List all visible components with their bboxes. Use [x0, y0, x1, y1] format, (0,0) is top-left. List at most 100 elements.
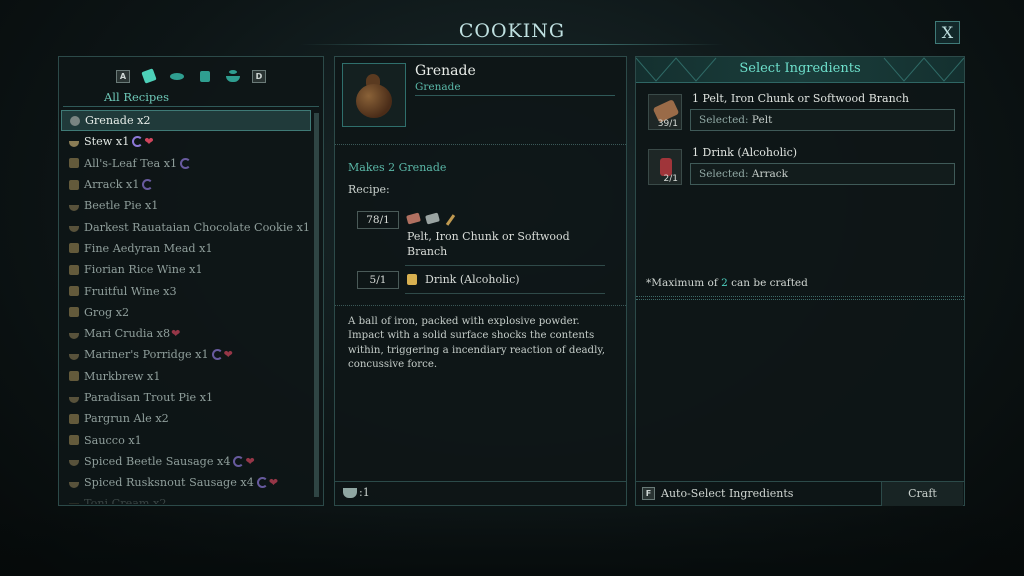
- recipe-row[interactable]: Stew x1 ❤: [61, 131, 311, 152]
- recipe-row[interactable]: Fruitful Wine x3: [61, 280, 311, 301]
- recipe-name: Darkest Rauataian Chocolate Cookie x1: [84, 220, 310, 234]
- recipe-row[interactable]: Spiced Rusksnout Sausage x4 ❤: [61, 472, 311, 493]
- ingredient-divider: [405, 265, 605, 266]
- selected-key: Selected:: [699, 114, 749, 126]
- recipe-row[interactable]: Mari Crudia x8 ❤: [61, 323, 311, 344]
- bowl-icon: [69, 332, 79, 339]
- grenade-icon: [356, 84, 392, 118]
- scrollbar-thumb[interactable]: [314, 113, 319, 497]
- recipe-row[interactable]: Grenade x2: [61, 110, 311, 132]
- craft-button[interactable]: Craft: [881, 482, 963, 506]
- mug-icon: [69, 371, 79, 382]
- recipe-name: Murkbrew x1: [84, 369, 161, 383]
- select-footer: F Auto-Select Ingredients Craft: [636, 481, 964, 506]
- bowl-icon: [69, 140, 79, 147]
- bowl-icon: [69, 481, 79, 488]
- auto-select-button[interactable]: Auto-Select Ingredients: [661, 487, 793, 500]
- next-filter-key[interactable]: D: [252, 69, 266, 83]
- recipe-name: Fiorian Rice Wine x1: [84, 263, 203, 277]
- pelt-icon: [406, 212, 421, 225]
- slot-title: 1 Pelt, Iron Chunk or Softwood Branch: [692, 92, 909, 105]
- name-divider: [415, 95, 615, 96]
- bottom-vignette: [0, 510, 1024, 576]
- selected-value: Pelt: [751, 114, 773, 126]
- right-separator: [636, 296, 964, 300]
- filter-bar: A D: [59, 66, 323, 86]
- item-name: Grenade: [415, 63, 476, 79]
- auto-select-key[interactable]: F: [642, 487, 655, 500]
- recipe-row[interactable]: Spiced Beetle Sausage x4 ❤: [61, 451, 311, 472]
- heart-buff-icon: ❤: [245, 454, 255, 468]
- recipe-row[interactable]: Arrack x1: [61, 174, 311, 195]
- recipe-row[interactable]: Beetle Pie x1: [61, 195, 311, 216]
- bottle-icon[interactable]: 2/1: [648, 149, 682, 185]
- recipe-name: Fruitful Wine x3: [84, 284, 177, 298]
- detail-separator: [335, 305, 626, 308]
- selected-key: Selected:: [699, 168, 749, 180]
- close-button[interactable]: X: [935, 21, 960, 44]
- ingredient-name: Drink (Alcoholic): [425, 273, 520, 286]
- bowl-icon: [69, 460, 79, 467]
- ingredient-name: Pelt, Iron Chunk or Softwood Branch: [407, 230, 570, 258]
- heart-buff-icon: ❤: [144, 135, 154, 149]
- recipe-name: Toni Cream x2: [84, 497, 167, 504]
- filter-divider: [63, 106, 319, 107]
- select-ingredients-title: Select Ingredients: [739, 61, 861, 76]
- recipe-row[interactable]: Murkbrew x1: [61, 366, 311, 387]
- max-value: 2: [721, 277, 728, 289]
- recipe-name: Spiced Beetle Sausage x4: [84, 454, 231, 468]
- detail-separator: [335, 144, 626, 147]
- item-thumbnail: [342, 63, 406, 127]
- bowl-icon[interactable]: [224, 68, 242, 84]
- spiral-buff-icon: [142, 179, 154, 191]
- recipe-row[interactable]: Paradisan Trout Pie x1: [61, 387, 311, 408]
- recipe-row[interactable]: Darkest Rauataian Chocolate Cookie x1: [61, 216, 311, 237]
- filter-label: All Recipes: [104, 90, 169, 104]
- mug-icon[interactable]: [196, 68, 214, 84]
- spiral-buff-icon: [132, 136, 144, 148]
- recipe-row[interactable]: Fiorian Rice Wine x1: [61, 259, 311, 280]
- bowl-icon: [69, 396, 79, 403]
- recipe-row[interactable]: Saucco x1: [61, 429, 311, 450]
- recipe-name: Pargrun Ale x2: [84, 412, 169, 426]
- selected-ingredient-field[interactable]: Selected: Pelt: [690, 109, 955, 131]
- scroll-icon[interactable]: [140, 68, 158, 84]
- selected-ingredient-field[interactable]: Selected: Arrack: [690, 163, 955, 185]
- recipe-name: All's-Leaf Tea x1: [84, 156, 178, 170]
- mug-icon: [69, 158, 79, 169]
- prev-filter-key[interactable]: A: [116, 69, 130, 83]
- recipe-name: Saucco x1: [84, 433, 142, 447]
- ingredient-qty: 78/1: [357, 211, 399, 229]
- recipe-name: Mari Crudia x8: [84, 327, 171, 341]
- recipe-name: Grog x2: [84, 305, 130, 319]
- pot-count: :1: [359, 486, 370, 499]
- recipe-name: Beetle Pie x1: [84, 199, 159, 213]
- max-prefix: *Maximum of: [646, 277, 722, 289]
- max-suffix: can be crafted: [727, 277, 808, 289]
- recipe-list-scrollbar[interactable]: [314, 113, 319, 497]
- recipe-row[interactable]: All's-Leaf Tea x1: [61, 153, 311, 174]
- recipe-label: Recipe:: [348, 183, 390, 196]
- detail-footer: :1: [335, 481, 626, 505]
- spiral-buff-icon: [180, 157, 192, 169]
- recipe-row[interactable]: Mariner's Porridge x1 ❤: [61, 344, 311, 365]
- window-title: COOKING: [458, 20, 566, 42]
- heart-buff-icon: ❤: [223, 348, 233, 362]
- slot-count: 39/1: [657, 119, 678, 129]
- fish-icon[interactable]: [168, 68, 186, 84]
- recipe-row[interactable]: Toni Cream x2: [61, 493, 311, 504]
- slot-count: 2/1: [663, 174, 678, 184]
- ingredient-qty: 5/1: [357, 271, 399, 289]
- recipe-name: Stew x1: [84, 135, 130, 149]
- recipe-row[interactable]: Grog x2: [61, 302, 311, 323]
- recipe-list-panel: A D All Recipes Grenade x2 Stew x1 ❤ All's-…: [58, 56, 324, 506]
- bowl-icon: [69, 204, 79, 211]
- heart-buff-icon: ❤: [268, 476, 279, 490]
- mug-icon: [69, 435, 79, 446]
- recipe-row[interactable]: Pargrun Ale x2: [61, 408, 311, 429]
- cooking-pot-icon: [343, 488, 357, 498]
- mug-icon: [69, 264, 79, 275]
- heart-buff-icon: ❤: [171, 327, 181, 341]
- pelt-icon[interactable]: 39/1: [648, 94, 682, 130]
- recipe-row[interactable]: Fine Aedyran Mead x1: [61, 238, 311, 259]
